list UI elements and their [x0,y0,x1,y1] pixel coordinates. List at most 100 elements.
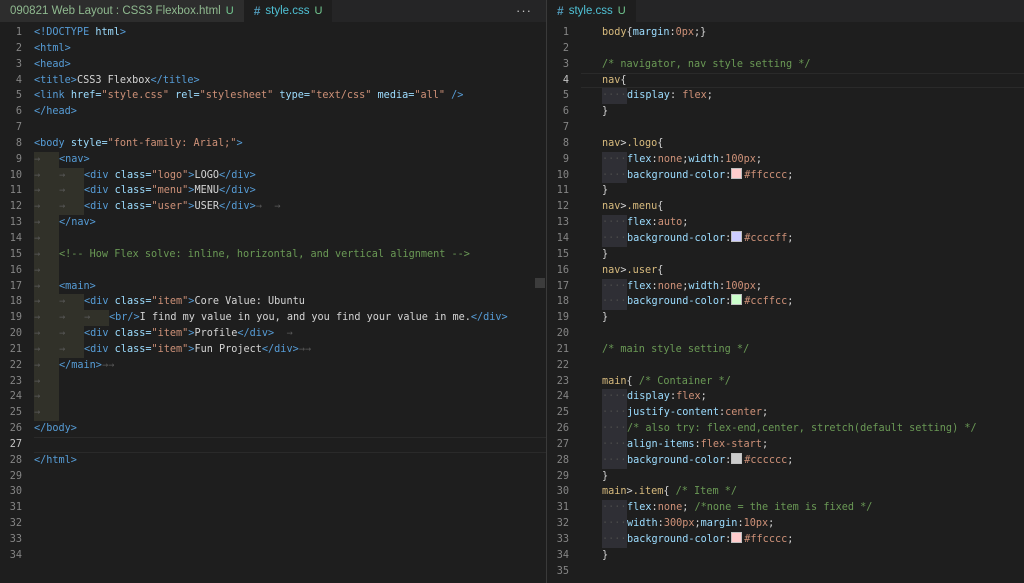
code-line[interactable]: 26 </body> [0,421,546,437]
code-line[interactable]: 34} [547,548,1024,564]
code-line[interactable]: 32 [0,516,546,532]
line-number: 32 [9,518,22,530]
code-token: #ffcccc [744,169,788,181]
code-token: } [602,106,609,118]
code-line[interactable]: 6 </head> [0,104,546,120]
color-swatch-icon[interactable] [731,452,743,464]
code-line[interactable]: 29 [0,469,546,485]
code-line[interactable]: 34 [0,548,546,564]
line-number: 24 [556,391,569,403]
code-line[interactable]: 5 ····display: flex; [547,88,1024,105]
color-swatch-icon[interactable] [731,167,743,179]
code-line[interactable]: 2 [547,41,1024,57]
code-line[interactable]: 25 ····justify-content:center; [547,405,1024,422]
color-swatch-icon[interactable] [731,294,743,306]
code-line[interactable]: 4 <title>CSS3 Flexbox</title> [0,73,546,89]
code-line[interactable]: 31 [0,500,546,516]
code-line[interactable]: 9 ····flex:none;width:100px; [547,151,1024,168]
code-line[interactable]: 10 ····background-color: #ffcccc; [547,167,1024,184]
color-swatch-icon[interactable] [731,230,743,242]
code-token: ; [755,153,762,165]
code-line[interactable]: 12 → → <div class="user">USER</div>→ → [0,199,546,216]
code-line[interactable]: 30 main>.item{ /* Item */ [547,484,1024,500]
code-line[interactable]: 28 ····background-color: #cccccc; [547,452,1024,469]
code-line[interactable]: 1 body{margin:0px;} [547,25,1024,41]
code-line[interactable]: 20 [547,326,1024,342]
code-line[interactable]: 4 nav{ [547,72,1024,89]
code-line[interactable]: 20 → → <div class="item">Profile</div> → [0,326,546,342]
code-token: class= [114,201,152,213]
code-line[interactable]: 8 nav>.logo{ [547,136,1024,152]
code-line[interactable]: 1 <!DOCTYPE html> [0,25,546,41]
code-line[interactable]: 16 → [0,262,546,279]
code-line[interactable]: 18 ····background-color: #ccffcc; [547,294,1024,311]
code-line[interactable]: 22 → </main>→→ [0,357,546,374]
code-line[interactable]: 9 → <nav> [0,151,546,168]
code-line[interactable]: 27 [0,436,546,453]
tab-flexbox-html[interactable]: 090821 Web Layout : CSS3 Flexbox.html U [0,0,244,22]
code-line[interactable]: 24 ····display:flex; [547,389,1024,406]
code-token: { [663,486,676,498]
code-line[interactable]: 8 <body style="font-family: Arial;"> [0,136,546,152]
line-number: 28 [556,454,569,466]
code-line[interactable]: 11 → → <div class="menu">MENU</div> [0,183,546,200]
code-line[interactable]: 25 → [0,405,546,422]
code-line[interactable]: 18 → → <div class="item">Core Value: Ubuntu [0,294,546,311]
code-line[interactable]: 21 /* main style setting */ [547,342,1024,358]
code-token: <title> [34,74,77,86]
code-line[interactable]: 19} [547,310,1024,326]
code-line[interactable]: 33 [0,532,546,548]
color-swatch-icon[interactable] [731,532,743,543]
code-line[interactable]: 2 <html> [0,41,546,57]
code-line[interactable]: 33 ····background-color: #ffcccc; [547,532,1024,548]
code-line[interactable]: 16 nav>.user{ [547,263,1024,279]
code-token: </div> [218,169,256,181]
code-line[interactable]: 23 → [0,373,546,390]
code-line[interactable]: 14 → [0,230,546,247]
code-line[interactable]: 13 → </nav> [0,215,546,231]
code-line[interactable]: 26 ····/* also try: flex-end,center, stre… [547,421,1024,437]
code-line[interactable]: 19 → → → <br/>I find my value in you, and yo… [0,310,546,327]
code-line[interactable]: 30 [0,484,546,500]
more-actions-icon[interactable]: ··· [516,3,532,18]
code-line[interactable]: 10 → → <div class="logo">LOGO</div> [0,167,546,184]
scrollbar-thumb[interactable] [535,278,545,288]
code-token: <nav> [59,153,90,165]
code-line[interactable]: 21 → → <div class="item">Fun Project</div>→… [0,341,546,358]
line-text: → → <div class="item">Fun Project</div>→→ [34,341,311,358]
code-token: class= [114,185,152,197]
right-tab-bar: # style.css U [547,0,1024,22]
line-text: → [34,262,59,279]
code-line[interactable]: 7 [547,120,1024,136]
code-line[interactable]: 32 ····width:300px;margin:10px; [547,516,1024,532]
code-line[interactable]: 28 </html> [0,453,546,469]
html-editor[interactable]: 1 <!DOCTYPE html> 2 <html> 3 <head> 4 <title>CS… [0,22,546,583]
code-token: /> [451,90,464,102]
code-token: /* Item */ [675,486,737,498]
code-line[interactable]: 15 → <!-- How Flex solve: inline, horizont… [0,246,546,263]
tab-style-css[interactable]: # style.css U [243,0,333,22]
code-line[interactable]: 27 ····align-items:flex-start; [547,436,1024,453]
code-line[interactable]: 23 main{ /* Container */ [547,374,1024,390]
code-line[interactable]: 5 <link href="style.css" rel="stylesheet"… [0,88,546,104]
code-token: nav [602,137,621,149]
code-line[interactable]: 3 <head> [0,57,546,73]
code-line[interactable]: 24 → [0,389,546,406]
code-line[interactable]: 17 ····flex:none;width:100px; [547,278,1024,295]
code-line[interactable]: 35 [547,564,1024,580]
code-line[interactable]: 6} [547,104,1024,120]
code-line[interactable]: 15} [547,247,1024,263]
code-line[interactable]: 31 ····flex:none; /*none = the item is fi… [547,500,1024,517]
code-line[interactable]: 17 → <main> [0,278,546,295]
code-line[interactable]: 3 /* navigator, nav style setting */ [547,57,1024,73]
code-line[interactable]: 13 ····flex:auto; [547,215,1024,231]
code-line[interactable]: 7 [0,120,546,136]
code-line[interactable]: 22 [547,358,1024,374]
css-editor[interactable]: 1 body{margin:0px;} 2 3/* navigator, nav st… [547,22,1024,583]
code-line[interactable]: 12 nav>.menu{ [547,199,1024,215]
code-line[interactable]: 14 ····background-color: #ccccff; [547,230,1024,247]
tab-style-css-right[interactable]: # style.css U [547,0,636,22]
code-token: →→ [101,359,115,371]
code-line[interactable]: 29} [547,469,1024,485]
code-line[interactable]: 11} [547,183,1024,199]
